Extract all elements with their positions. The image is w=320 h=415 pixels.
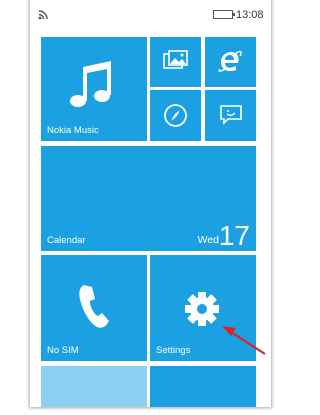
calendar-tile[interactable]: Calendar Wed 17 [41,146,256,251]
compass-tile[interactable] [150,90,201,141]
status-time: 13:08 [236,9,264,21]
settings-tile[interactable]: Settings [150,255,256,361]
calendar-label: Calendar [47,235,86,246]
internet-explorer-tile[interactable] [205,37,256,87]
partial-tile-right[interactable] [150,366,256,407]
settings-label: Settings [156,345,191,356]
music-note-icon [70,61,111,107]
phone-screen: 13:08 Nokia Music Calendar Wed 17 No SIM… [30,0,271,407]
wifi-signal-icon [38,10,48,20]
partial-tile-left[interactable] [41,366,147,407]
messaging-tile[interactable] [205,90,256,141]
nokia-music-label: Nokia Music [47,125,99,136]
nokia-music-tile[interactable]: Nokia Music [41,37,147,141]
calendar-day: Wed [197,234,219,246]
photos-icon [163,50,188,69]
calendar-date: 17 [218,220,250,251]
phone-tile[interactable]: No SIM [41,255,147,361]
phone-handset-icon [79,285,109,328]
gear-icon [185,292,219,326]
photos-tile[interactable] [150,37,201,87]
battery-icon [213,10,235,19]
messaging-icon [220,105,242,125]
phone-label: No SIM [47,345,79,356]
compass-icon [164,104,187,127]
status-bar: 13:08 [30,0,271,28]
internet-explorer-icon [218,50,242,72]
